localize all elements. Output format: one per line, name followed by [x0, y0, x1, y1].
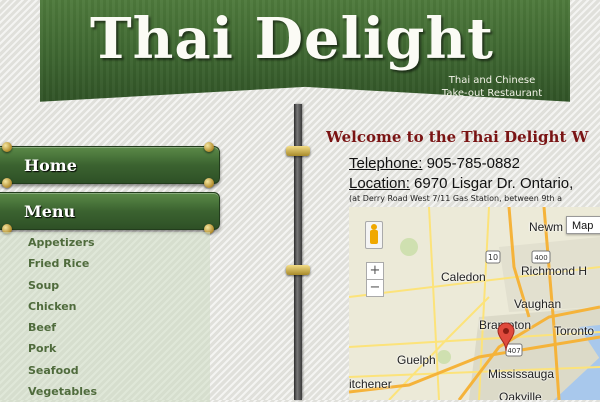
map-place-label: Vaughan: [514, 297, 562, 311]
nav-home-button[interactable]: Home: [0, 146, 220, 184]
park-area: [437, 350, 451, 364]
location-note: (at Derry Road West 7/11 Gas Station, be…: [349, 194, 563, 203]
zoom-out-button[interactable]: −: [366, 279, 384, 297]
location-line: Location: 6970 Lisgar Dr. Ontario,: [349, 175, 600, 192]
map-place-label: Oakville: [499, 390, 542, 400]
menu-item-vegetables[interactable]: Vegetables: [0, 381, 210, 402]
menu-item-appetizers[interactable]: Appetizers: [0, 232, 210, 253]
map-place-label: Richmond H: [521, 264, 588, 278]
clamp-decoration-icon: [286, 146, 310, 156]
map-place-label: Guelph: [397, 353, 436, 367]
street-view-pegman-icon[interactable]: [365, 221, 383, 249]
map-place-label: Toronto: [554, 324, 595, 338]
telephone-label: Telephone:: [349, 155, 423, 172]
map-place-label: Newm: [529, 220, 564, 234]
pin-decoration-icon: [204, 178, 214, 188]
pin-decoration-icon: [204, 142, 214, 152]
location-label: Location:: [349, 175, 410, 192]
site-tagline: Thai and Chinese Take-out Restaurant: [437, 74, 547, 100]
menu-item-fried-rice[interactable]: Fried Rice: [0, 253, 210, 274]
map-type-button[interactable]: Map: [566, 216, 600, 234]
map-place-label: Caledon: [441, 270, 486, 284]
map-place-label: itchener: [349, 377, 392, 391]
site-title[interactable]: Thai Delight: [90, 6, 510, 72]
map-road: [428, 207, 440, 400]
menu-item-chicken[interactable]: Chicken: [0, 296, 210, 317]
telephone-line: Telephone: 905-785-0882: [349, 155, 600, 172]
menu-item-beef[interactable]: Beef: [0, 317, 210, 338]
map-place-label: Mississauga: [488, 367, 555, 381]
menu-item-pork[interactable]: Pork: [0, 338, 210, 359]
nav-menu-button[interactable]: Menu: [0, 192, 220, 230]
zoom-in-button[interactable]: +: [366, 262, 384, 280]
map-canvas: 10 400 407: [349, 207, 600, 400]
location-value: 6970 Lisgar Dr. Ontario,: [409, 175, 574, 192]
clamp-decoration-icon: [286, 265, 310, 275]
menu-category-list: Appetizers Fried Rice Soup Chicken Beef …: [0, 232, 210, 402]
route-badge-label: 10: [488, 253, 498, 262]
pegman-body: [370, 230, 378, 244]
welcome-heading: Welcome to the Thai Delight W: [326, 128, 589, 146]
park-area: [400, 238, 418, 256]
tagline-line-1: Thai and Chinese: [448, 75, 536, 86]
tagline-line-2: Take-out Restaurant: [441, 88, 543, 99]
telephone-value: 905-785-0882: [422, 155, 520, 172]
sidebar-nav: Home Menu Appetizers Fried Rice Soup Chi…: [0, 140, 222, 402]
menu-item-soup[interactable]: Soup: [0, 275, 210, 296]
location-map[interactable]: 10 400 407 Newm Caledon Richmond H Vaugh…: [349, 207, 600, 400]
map-marker-icon[interactable]: [496, 322, 516, 352]
menu-item-seafood[interactable]: Seafood: [0, 360, 210, 381]
pin-decoration-icon: [2, 178, 12, 188]
route-badge-label: 400: [534, 254, 547, 262]
pin-decoration-icon: [2, 142, 12, 152]
